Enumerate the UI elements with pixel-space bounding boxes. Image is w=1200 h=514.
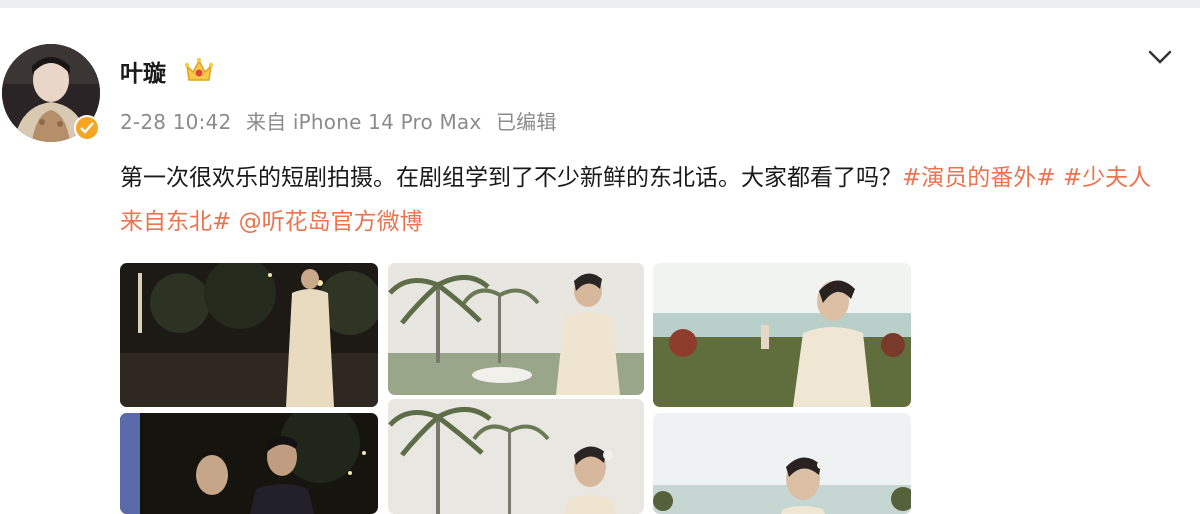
mention-tinghuadao[interactable]: @听花岛官方微博 xyxy=(239,209,423,235)
verified-badge-icon xyxy=(74,115,100,141)
crown-icon[interactable] xyxy=(184,56,214,84)
photo-night-garden[interactable] xyxy=(120,263,378,407)
photo-palm-portrait[interactable] xyxy=(388,399,644,514)
edited-label[interactable]: 已编辑 xyxy=(496,110,557,134)
top-band xyxy=(0,0,1200,8)
post-source: 来自 iPhone 14 Pro Max xyxy=(245,110,482,134)
photo-sea-view[interactable] xyxy=(653,263,911,407)
post-content: 第一次很欢乐的短剧拍摄。在剧组学到了不少新鲜的东北话。大家都看了吗？#演员的番外… xyxy=(120,156,1170,244)
chevron-down-icon[interactable] xyxy=(1146,46,1174,68)
post-meta: 2-28 10:42 来自 iPhone 14 Pro Max 已编辑 xyxy=(120,106,565,135)
username[interactable]: 叶璇 xyxy=(120,54,166,88)
post-time[interactable]: 2-28 10:42 xyxy=(120,110,231,134)
hashtag-actor-extra[interactable]: #演员的番外# xyxy=(902,165,1056,191)
photo-palm-trees[interactable] xyxy=(388,263,644,395)
photo-sea-portrait[interactable] xyxy=(653,413,911,514)
post-text: 第一次很欢乐的短剧拍摄。在剧组学到了不少新鲜的东北话。大家都看了吗？ xyxy=(120,165,902,191)
photo-night-couple[interactable] xyxy=(120,413,378,514)
